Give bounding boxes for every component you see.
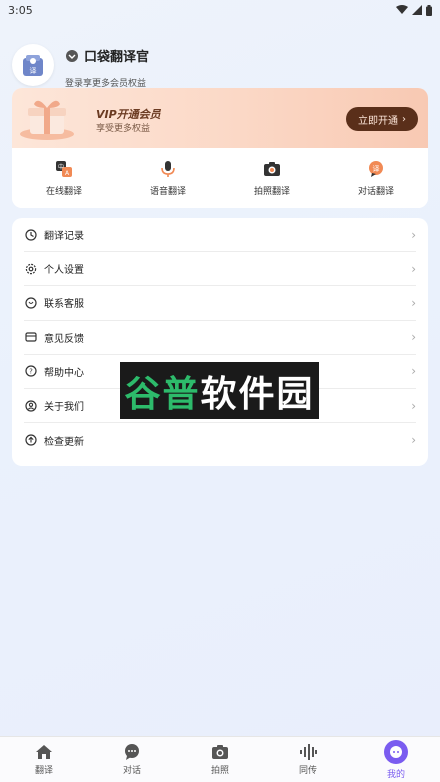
- chevron-right-icon: ›: [411, 398, 416, 413]
- dialog-translate-icon: 译: [369, 160, 383, 177]
- vip-feature-card: VIP开通会员 享受更多权益 立即开通 › 中 A 在线翻译 语音翻译 拍照翻译…: [12, 88, 428, 208]
- svg-text:译: 译: [373, 165, 380, 173]
- translator-avatar-icon: 译: [23, 55, 43, 76]
- avatar[interactable]: 译: [12, 44, 54, 86]
- feature-label: 对话翻译: [357, 186, 394, 197]
- settings-menu: 翻译记录 › 个人设置 › 联系客服 › 意见反馈 › ? 帮助中心 › 关于我…: [12, 218, 428, 466]
- svg-text:中: 中: [58, 163, 64, 171]
- tab-label: 我的: [386, 769, 405, 780]
- menu-item-history[interactable]: 翻译记录 ›: [24, 218, 416, 253]
- gear-icon: [24, 262, 38, 276]
- tab-photo[interactable]: 拍照: [176, 737, 264, 782]
- status-time: 3:05: [8, 3, 33, 17]
- watermark-part-a: 谷普: [124, 373, 201, 415]
- feature-voice-translate[interactable]: 语音翻译: [116, 148, 220, 208]
- tab-dialog[interactable]: 对话: [88, 737, 176, 782]
- chevron-right-icon: ›: [411, 364, 416, 379]
- feature-label: 拍照翻译: [253, 186, 290, 197]
- menu-item-label: 联系客服: [44, 299, 84, 311]
- menu-item-label: 个人设置: [44, 265, 84, 277]
- feature-label: 在线翻译: [45, 186, 82, 197]
- chevron-right-icon: ›: [411, 330, 416, 345]
- menu-item-label: 意见反馈: [44, 333, 84, 345]
- help-icon: ?: [24, 364, 38, 378]
- app-name-text: 口袋翻译官: [84, 50, 150, 65]
- watermark: 谷普 软件园: [120, 362, 319, 419]
- chevron-right-icon: ›: [411, 261, 416, 276]
- user-icon: [24, 399, 38, 413]
- waveform-icon: [300, 743, 317, 760]
- tab-label: 同传: [298, 765, 317, 776]
- profile-section[interactable]: 译 口袋翻译官 登录享更多会员权益: [12, 44, 432, 90]
- vip-open-button[interactable]: 立即开通 ›: [346, 107, 418, 131]
- menu-item-feedback[interactable]: 意见反馈 ›: [24, 321, 416, 355]
- avatar-text: 译: [30, 67, 37, 75]
- vip-open-button-label: 立即开通: [358, 115, 398, 127]
- vip-title: VIP开通会员: [96, 108, 161, 121]
- camera-icon: [264, 161, 280, 176]
- vip-banner[interactable]: VIP开通会员 享受更多权益 立即开通 ›: [12, 88, 428, 148]
- microphone-icon: [161, 160, 175, 177]
- camera-icon: [212, 744, 228, 759]
- bottom-tab-bar: 翻译 对话 拍照 同传 我的: [0, 736, 440, 782]
- profile-icon: [384, 739, 408, 764]
- status-icons: [396, 4, 432, 16]
- feature-photo-translate[interactable]: 拍照翻译: [220, 148, 324, 208]
- menu-item-customer-service[interactable]: 联系客服 ›: [24, 286, 416, 321]
- menu-item-check-update[interactable]: 检查更新 ›: [24, 423, 416, 457]
- signal-icon: [412, 5, 422, 15]
- status-bar: 3:05: [0, 0, 440, 20]
- home-icon: [36, 744, 52, 759]
- app-name: 口袋翻译官: [66, 46, 149, 65]
- tab-translate[interactable]: 翻译: [0, 737, 88, 782]
- chat-icon: [24, 296, 38, 310]
- feature-label: 语音翻译: [149, 186, 186, 197]
- tab-label: 拍照: [210, 765, 229, 776]
- tab-mine[interactable]: 我的: [352, 737, 440, 782]
- chevron-right-icon: ›: [411, 433, 416, 448]
- feature-dialog-translate[interactable]: 译 对话翻译: [324, 148, 428, 208]
- feature-online-translate[interactable]: 中 A 在线翻译: [12, 148, 116, 208]
- feedback-icon: [24, 330, 38, 344]
- watermark-part-b: 软件园: [200, 373, 315, 415]
- clock-icon: [24, 228, 38, 242]
- chevron-down-icon: [66, 49, 78, 62]
- battery-icon: [426, 4, 432, 16]
- svg-text:?: ?: [29, 368, 33, 376]
- menu-item-settings[interactable]: 个人设置 ›: [24, 252, 416, 287]
- update-icon: [24, 433, 38, 447]
- menu-item-label: 翻译记录: [44, 231, 84, 243]
- chevron-right-icon: ›: [411, 227, 416, 242]
- online-translate-icon: 中 A: [56, 160, 72, 177]
- gift-box-icon: [20, 100, 74, 140]
- dialog-icon: [125, 743, 139, 760]
- tab-label: 对话: [122, 765, 141, 776]
- chevron-right-icon: ›: [411, 295, 416, 310]
- wifi-icon: [396, 5, 408, 14]
- menu-item-label: 检查更新: [44, 436, 84, 448]
- chevron-right-icon: ›: [402, 113, 406, 125]
- tab-label: 翻译: [34, 765, 53, 776]
- tab-simultaneous[interactable]: 同传: [264, 737, 352, 782]
- vip-subtitle: 享受更多权益: [96, 124, 151, 134]
- feature-row: 中 A 在线翻译 语音翻译 拍照翻译 译 对话翻译: [12, 148, 428, 208]
